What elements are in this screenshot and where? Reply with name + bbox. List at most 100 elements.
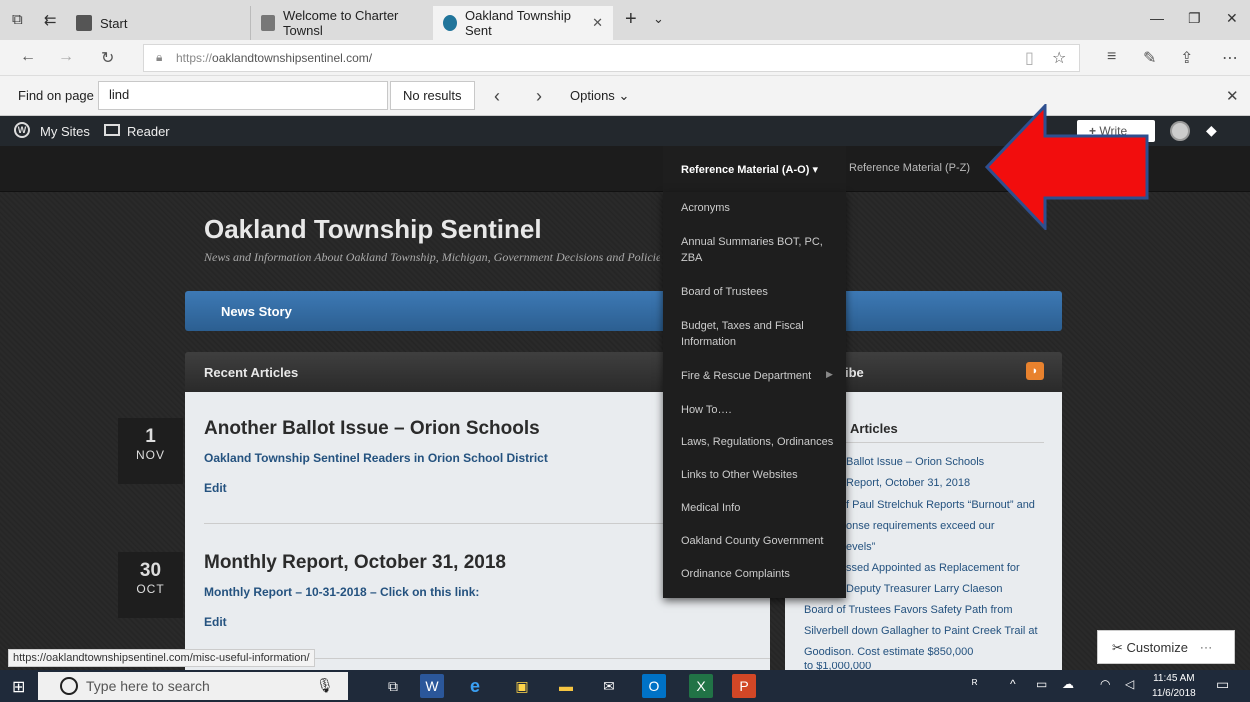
red-arrow-annotation	[985, 104, 1149, 230]
favorites-hub-icon[interactable]: ≡	[1107, 48, 1116, 66]
date-day: 1	[145, 426, 156, 447]
chevron-up-icon[interactable]: ^	[1010, 677, 1016, 691]
sidebar-link[interactable]: Deputy Treasurer Larry Claeson	[846, 579, 1003, 600]
set-aside-tabs-icon[interactable]: ⇇	[44, 11, 57, 29]
article-excerpt-link[interactable]: Monthly Report – 10-31-2018 – Click on t…	[204, 585, 479, 599]
reading-view-icon[interactable]: ▯	[1025, 48, 1034, 68]
file-explorer-icon[interactable]: ▬	[554, 674, 578, 698]
microphone-icon[interactable]: 🎙︎	[316, 677, 334, 694]
sidebar-link[interactable]: Goodison. Cost estimate $850,000	[804, 642, 973, 663]
minimize-icon[interactable]: —	[1150, 10, 1164, 26]
dropdown-item[interactable]: Budget, Taxes and Fiscal Information	[681, 318, 836, 350]
refresh-icon[interactable]: ↻	[101, 48, 114, 68]
site-title[interactable]: Oakland Township Sentinel	[204, 214, 542, 245]
article-excerpt-link[interactable]: Oakland Township Sentinel Readers in Ori…	[204, 451, 548, 465]
customize-button[interactable]: ✂ Customize ⋯	[1097, 630, 1235, 664]
sidebar-link[interactable]: ssed Appointed as Replacement for	[846, 558, 1020, 579]
lock-icon: 🔒︎	[156, 50, 163, 64]
customize-label: Customize	[1126, 640, 1188, 655]
sidebar-link[interactable]: Silverbell down Gallagher to Paint Creek…	[804, 621, 1038, 642]
pen-icon[interactable]: ✎	[1143, 48, 1156, 68]
people-icon[interactable]: ᴿ	[972, 677, 977, 691]
article-title[interactable]: Monthly Report, October 31, 2018	[204, 552, 506, 574]
find-options-button[interactable]: Options ⌄	[570, 88, 629, 104]
action-center-icon[interactable]: ▭	[1216, 676, 1229, 693]
dropdown-item[interactable]: Annual Summaries BOT, PC, ZBA	[681, 234, 836, 266]
windows-start-icon[interactable]: ⊞	[12, 677, 25, 697]
find-next-icon[interactable]: ›	[536, 86, 542, 107]
excel-icon[interactable]: X	[689, 674, 713, 698]
battery-icon[interactable]: ▭	[1036, 677, 1047, 691]
powerpoint-icon[interactable]: P	[732, 674, 756, 698]
sidebar-link[interactable]: to $1,000,000	[804, 662, 871, 670]
wordpress-logo-icon[interactable]: W	[14, 122, 30, 138]
edit-link[interactable]: Edit	[204, 615, 227, 629]
rss-icon[interactable]: ◗	[1026, 362, 1044, 380]
restore-icon[interactable]: ❐	[1188, 10, 1201, 27]
task-view-icon[interactable]: ⧉	[381, 674, 405, 698]
find-label: Find on page	[18, 88, 94, 103]
news-story-bar[interactable]: News Story	[185, 291, 1062, 331]
taskbar-search-input[interactable]: Type here to search	[38, 672, 348, 700]
my-sites-link[interactable]: My Sites	[40, 124, 90, 139]
sidebar-link[interactable]: Board of Trustees Favors Safety Path fro…	[804, 600, 1012, 621]
url-domain: oaklandtownshipsentinel.com/	[212, 51, 373, 65]
outlook-icon[interactable]: O	[642, 674, 666, 698]
dropdown-item[interactable]: Oakland County Government	[681, 533, 836, 549]
clock-time: 11:45 AM	[1153, 673, 1195, 684]
dropdown-item[interactable]: How To….	[681, 402, 836, 418]
menu-reference-a-o[interactable]: Reference Material (A-O) ▾	[663, 146, 846, 192]
dropdown-item[interactable]: Board of Trustees	[681, 284, 836, 300]
favorite-star-icon[interactable]: ☆	[1052, 48, 1066, 68]
chevron-down-icon[interactable]: ⌄	[653, 11, 664, 27]
find-input[interactable]: lind	[98, 81, 388, 110]
tab-list-icon[interactable]: ⧉	[12, 11, 23, 28]
tab-welcome[interactable]: Welcome to Charter Townsl	[250, 6, 432, 40]
cortana-icon	[60, 677, 78, 695]
tab-start[interactable]: Start	[66, 6, 246, 40]
close-find-icon[interactable]: ✕	[1226, 87, 1239, 105]
dropdown-item[interactable]: Links to Other Websites	[681, 467, 836, 483]
store-icon[interactable]: ▣	[510, 674, 534, 698]
close-window-icon[interactable]: ✕	[1226, 10, 1238, 27]
taskbar-clock[interactable]: 11:45 AM 11/6/2018	[1152, 671, 1196, 701]
address-input[interactable]: https://oaklandtownshipsentinel.com/	[143, 44, 1080, 72]
dropdown-item[interactable]: Laws, Regulations, Ordinances	[681, 434, 836, 450]
site-tagline: News and Information About Oakland Towns…	[204, 250, 660, 264]
tools-icon: ✂	[1112, 640, 1123, 655]
mail-icon[interactable]: ✉	[597, 674, 621, 698]
share-icon[interactable]: ⇪	[1180, 48, 1193, 68]
wifi-icon[interactable]: ◠	[1100, 677, 1110, 691]
more-icon[interactable]: ⋯	[1222, 48, 1238, 68]
sidebar-link[interactable]: evels”	[846, 537, 875, 558]
sidebar-link[interactable]: onse requirements exceed our	[846, 516, 995, 537]
new-tab-icon[interactable]: +	[625, 8, 637, 31]
notifications-bell-icon[interactable]: ◆	[1206, 122, 1217, 139]
dropdown-item[interactable]: Ordinance Complaints	[681, 566, 836, 582]
sidebar-link[interactable]: f Paul Strelchuk Reports “Burnout” and	[846, 495, 1035, 516]
edit-link[interactable]: Edit	[204, 481, 227, 495]
sidebar-link[interactable]: Report, October 31, 2018	[846, 473, 970, 494]
find-previous-icon[interactable]: ‹	[494, 86, 500, 107]
more-icon: ⋯	[1199, 640, 1213, 655]
back-arrow-icon[interactable]: ←	[20, 48, 36, 66]
forward-arrow-icon[interactable]: →	[58, 48, 74, 66]
close-tab-icon[interactable]: ✕	[592, 15, 603, 31]
volume-icon[interactable]: ◁	[1125, 677, 1134, 691]
dropdown-item[interactable]: Medical Info	[681, 500, 836, 516]
sidebar-link[interactable]: Ballot Issue – Orion Schools	[846, 452, 984, 473]
options-label: Options	[570, 88, 615, 103]
menu-label: Reference Material (A-O)	[681, 164, 810, 176]
tab-oakland-sentinel[interactable]: Oakland Township Sent ✕	[433, 6, 613, 40]
word-icon[interactable]: W	[420, 674, 444, 698]
cloud-icon[interactable]: ☁	[1062, 677, 1074, 691]
date-month: OCT	[136, 582, 165, 596]
article-title[interactable]: Another Ballot Issue – Orion Schools	[204, 418, 540, 440]
avatar[interactable]	[1170, 121, 1190, 141]
reader-icon	[104, 124, 120, 136]
dropdown-item[interactable]: Fire & Rescue Department	[681, 368, 836, 384]
reader-link[interactable]: Reader	[127, 124, 170, 139]
dropdown-item[interactable]: Acronyms	[681, 200, 836, 216]
edge-icon[interactable]: e	[463, 674, 487, 698]
menu-reference-p-z[interactable]: Reference Material (P-Z)	[849, 162, 970, 174]
